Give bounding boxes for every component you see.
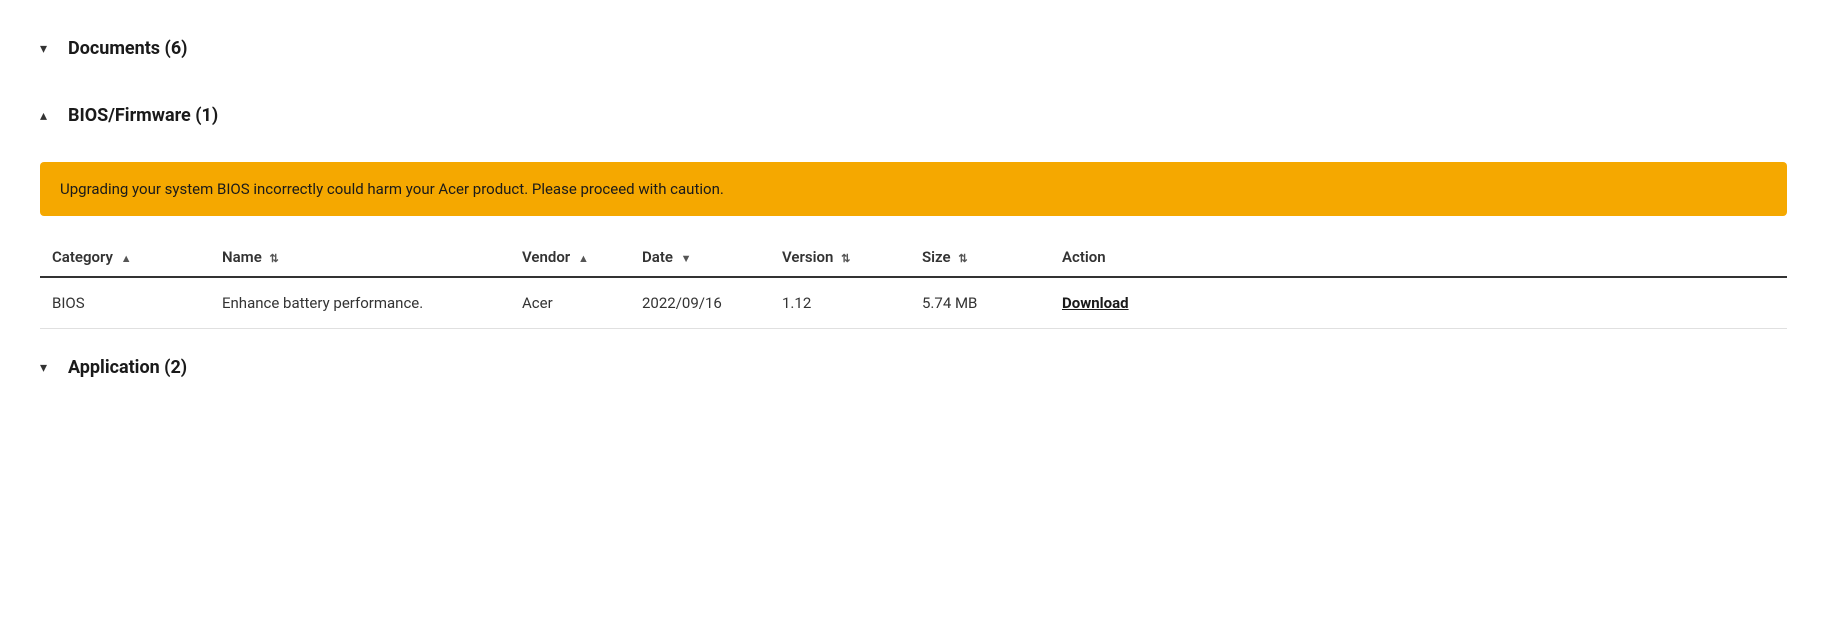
col-header-category[interactable]: Category ▲ [40,238,210,277]
table-header-row: Category ▲ Name ⇅ Vendor ▲ Date ▼ [40,238,1787,277]
col-header-name[interactable]: Name ⇅ [210,238,510,277]
col-header-size-sort: ⇅ [958,252,967,265]
col-header-vendor-label: Vendor [522,248,570,266]
col-header-vendor-sort: ▲ [578,252,589,265]
col-header-version-label: Version [782,248,833,266]
col-header-version-sort: ⇅ [841,252,850,265]
col-header-date[interactable]: Date ▼ [630,238,770,277]
bios-table-container: Category ▲ Name ⇅ Vendor ▲ Date ▼ [40,238,1787,329]
documents-section: ▾ Documents (6) [40,20,1787,77]
col-header-category-sort: ▲ [121,252,132,265]
bios-section-header[interactable]: ▴ BIOS/Firmware (1) [40,87,1787,144]
cell-name: Enhance battery performance. [210,277,510,329]
cell-vendor: Acer [510,277,630,329]
cell-date: 2022/09/16 [630,277,770,329]
cell-action: Download [1050,277,1787,329]
col-header-size-label: Size [922,248,951,266]
application-section-header[interactable]: ▾ Application (2) [40,339,1787,396]
col-header-date-sort: ▼ [681,252,692,265]
col-header-date-label: Date [642,248,673,266]
col-header-version[interactable]: Version ⇅ [770,238,910,277]
bios-warning-banner: Upgrading your system BIOS incorrectly c… [40,162,1787,216]
col-header-action: Action [1050,238,1787,277]
col-header-category-label: Category [52,248,113,266]
documents-section-header[interactable]: ▾ Documents (6) [40,20,1787,77]
col-header-name-label: Name [222,248,262,266]
documents-chevron-icon: ▾ [40,41,58,57]
bios-warning-text: Upgrading your system BIOS incorrectly c… [60,180,724,198]
cell-version: 1.12 [770,277,910,329]
application-section: ▾ Application (2) [40,339,1787,396]
application-section-title: Application (2) [68,357,187,378]
col-header-size[interactable]: Size ⇅ [910,238,1050,277]
bios-section: ▴ BIOS/Firmware (1) Upgrading your syste… [40,87,1787,329]
cell-size: 5.74 MB [910,277,1050,329]
table-row: BIOS Enhance battery performance. Acer 2… [40,277,1787,329]
bios-table: Category ▲ Name ⇅ Vendor ▲ Date ▼ [40,238,1787,329]
documents-section-title: Documents (6) [68,38,187,59]
col-header-name-sort: ⇅ [270,252,279,265]
bios-chevron-icon: ▴ [40,108,58,124]
col-header-vendor[interactable]: Vendor ▲ [510,238,630,277]
download-button[interactable]: Download [1062,294,1129,312]
col-header-action-label: Action [1062,248,1106,266]
bios-section-title: BIOS/Firmware (1) [68,105,218,126]
application-chevron-icon: ▾ [40,360,58,376]
cell-category: BIOS [40,277,210,329]
